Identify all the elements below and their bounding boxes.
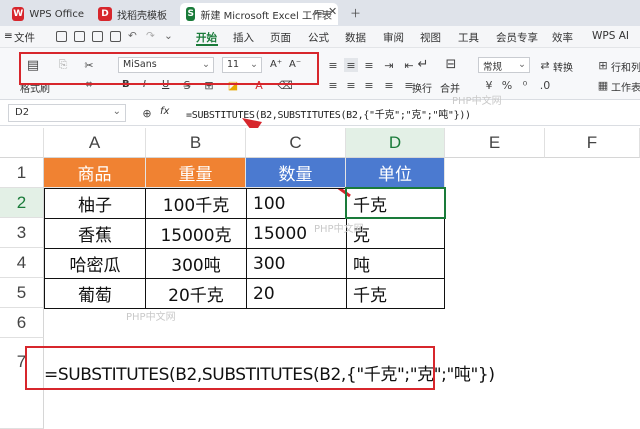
row-header-2[interactable]: 2 bbox=[0, 188, 44, 218]
cell-b3[interactable]: 15000克 bbox=[145, 218, 247, 249]
column-header-d[interactable]: D bbox=[346, 128, 445, 158]
header-cell-weight[interactable]: 重量 bbox=[146, 158, 246, 188]
column-header-f[interactable]: F bbox=[545, 128, 640, 158]
column-header-e[interactable]: E bbox=[445, 128, 545, 158]
cell-d4[interactable]: 吨 bbox=[346, 248, 445, 279]
watermark-text: PHP中文网 bbox=[126, 312, 176, 323]
cell-b4[interactable]: 300吨 bbox=[145, 248, 247, 279]
row-header-6[interactable]: 6 bbox=[0, 308, 44, 338]
row-header-7[interactable]: 7 bbox=[0, 338, 44, 429]
cell-d3[interactable]: 克 bbox=[346, 218, 445, 249]
row-header-4[interactable]: 4 bbox=[0, 248, 44, 278]
header-cell-quantity[interactable]: 数量 bbox=[246, 158, 346, 188]
row-header-3[interactable]: 3 bbox=[0, 218, 44, 248]
cell-c5[interactable]: 20 bbox=[246, 278, 347, 309]
header-cell-product[interactable]: 商品 bbox=[44, 158, 146, 188]
cell-b2[interactable]: 100千克 bbox=[145, 188, 247, 219]
column-header-b[interactable]: B bbox=[146, 128, 246, 158]
cell-a5[interactable]: 葡萄 bbox=[44, 278, 146, 309]
cell-c4[interactable]: 300 bbox=[246, 248, 347, 279]
cell-c2[interactable]: 100 bbox=[246, 188, 347, 219]
row-header-1[interactable]: 1 bbox=[0, 158, 44, 188]
select-all-corner[interactable] bbox=[0, 128, 44, 158]
column-header-c[interactable]: C bbox=[246, 128, 346, 158]
annotation-formula-text: =SUBSTITUTES(B2,SUBSTITUTES(B2,{"千克";"克"… bbox=[44, 365, 495, 385]
header-cell-unit[interactable]: 单位 bbox=[346, 158, 445, 188]
cell-a2[interactable]: 柚子 bbox=[44, 188, 146, 219]
column-header-a[interactable]: A bbox=[44, 128, 146, 158]
cell-c3[interactable]: 15000 bbox=[246, 218, 347, 249]
cell-a4[interactable]: 哈密瓜 bbox=[44, 248, 146, 279]
cell-d2[interactable]: 千克 bbox=[346, 188, 445, 219]
cell-b5[interactable]: 20千克 bbox=[145, 278, 247, 309]
spreadsheet-grid: A B C D E F 1 2 3 4 5 6 7 商品 重量 数量 单位 柚子… bbox=[0, 96, 640, 429]
row-header-5[interactable]: 5 bbox=[0, 278, 44, 308]
cell-a3[interactable]: 香蕉 bbox=[44, 218, 146, 249]
cell-d5[interactable]: 千克 bbox=[346, 278, 445, 309]
